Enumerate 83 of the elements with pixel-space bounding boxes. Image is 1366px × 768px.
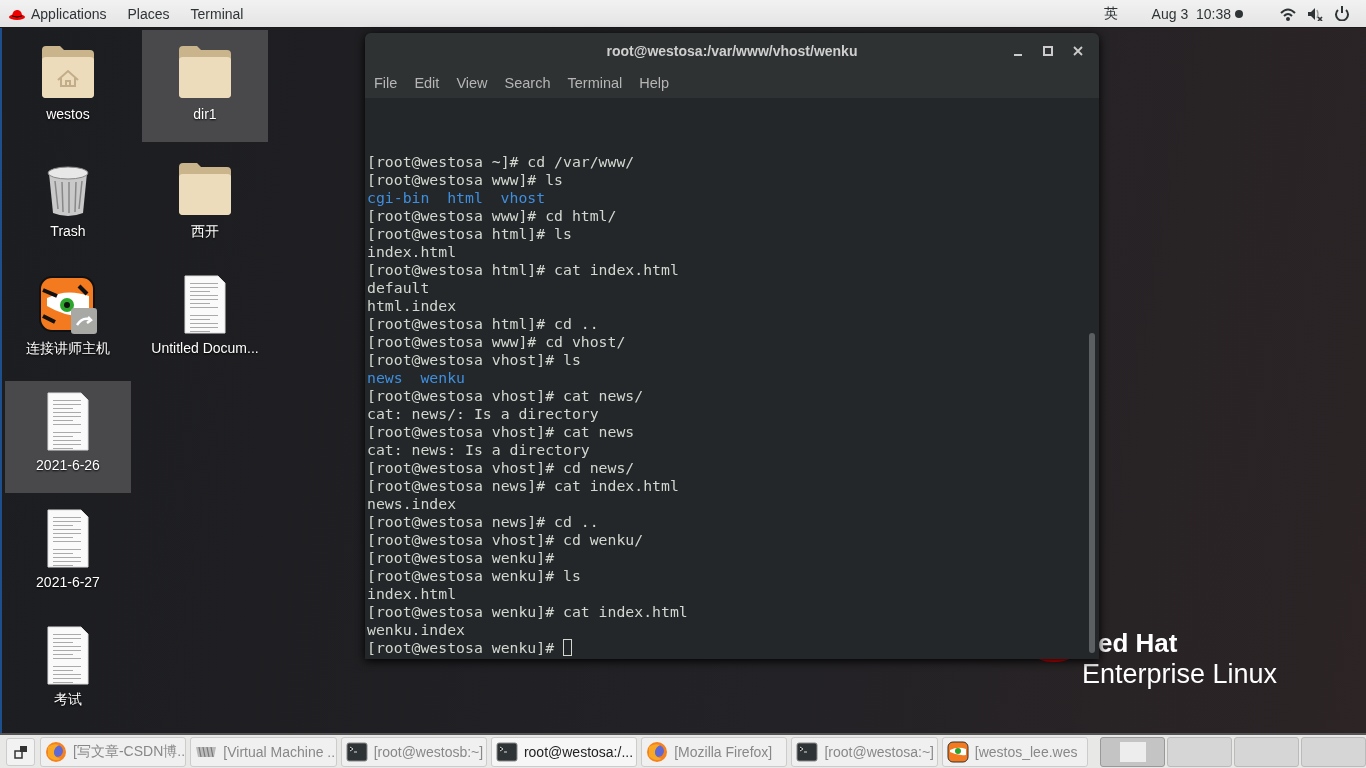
terminal-line: [root@westosa www]# cd vhost/ [367, 333, 626, 351]
document-icon [47, 392, 89, 451]
input-method-indicator[interactable]: 英 [1103, 4, 1118, 23]
trash-can-icon [45, 163, 91, 217]
terminal-line: [root@westosa html]# ls [367, 225, 572, 243]
desktop-icon[interactable]: Trash [5, 147, 131, 259]
terminal-line: [root@westosa ~]# cd /var/www/ [367, 153, 635, 171]
desktop-icon[interactable]: Untitled Docum... [142, 264, 268, 376]
terminal-line: [root@westosa news]# cd .. [367, 513, 599, 531]
menu-item[interactable]: Edit [414, 75, 440, 91]
terminal-line: index.html [367, 585, 457, 603]
terminal-line: [root@westosa wenku]# cat index.html [367, 603, 688, 621]
maximize-icon [1043, 46, 1053, 56]
desktop-icon[interactable]: westos [5, 30, 131, 142]
document-icon [47, 626, 89, 685]
desktop-icon[interactable]: dir1 [142, 30, 268, 142]
windows-icon [13, 744, 28, 759]
top-menu[interactable]: Terminal [190, 5, 244, 22]
desktop-icon[interactable]: 2021-6-27 [5, 498, 131, 610]
window-title: root@westosa:/var/www/vhost/wenku [606, 42, 858, 59]
wallpaper-logo-text: ed Hat [1097, 628, 1179, 659]
menu-item[interactable]: Terminal [567, 75, 623, 91]
browser-icon [45, 740, 68, 763]
directory-name: news [367, 369, 403, 387]
menu-item[interactable]: Help [639, 75, 670, 91]
tiger-launcher-icon [39, 276, 97, 334]
folder-icon [177, 44, 233, 100]
terminal-icon [345, 740, 368, 763]
terminal-line: [root@westosa html]# cd .. [367, 315, 599, 333]
terminal-prompt: [root@westosa wenku]# [367, 639, 556, 657]
terminal-line: wenku.index [367, 621, 465, 639]
folder-icon [177, 161, 233, 217]
workspace-thumbnail[interactable] [1301, 736, 1366, 767]
terminal-line: [root@westosa wenku]# [367, 549, 555, 567]
desktop-icon[interactable]: 连接讲师主机 [5, 264, 131, 376]
terminal-line: [root@westosa vhost]# cat news/ [367, 387, 644, 405]
workspace-thumbnail[interactable] [1100, 736, 1166, 767]
terminal-line: [root@westosa vhost]# cat news [367, 423, 635, 441]
terminal-line: html.index [367, 297, 457, 315]
directory-name: cgi-bin [367, 189, 430, 207]
document-icon [47, 509, 89, 568]
directory-name: wenku [420, 369, 465, 387]
terminal-line: [root@westosa www]# cd html/ [367, 207, 617, 225]
terminal-line: cat: news: Is a directory [367, 441, 590, 459]
terminal-line: [root@westosa news]# cat index.html [367, 477, 679, 495]
terminal-line: [root@westosa www]# ls [367, 171, 563, 189]
terminal-line: index.html [367, 243, 457, 261]
document-icon [184, 275, 226, 334]
terminal-line: [root@westosa vhost]# cd wenku/ [367, 531, 644, 549]
menu-item[interactable]: File [374, 75, 398, 91]
clock[interactable]: Aug 3 10:38 [1151, 5, 1231, 22]
taskbar-item[interactable]: root@westosa:/... [490, 736, 638, 767]
show-desktop-button[interactable] [6, 737, 36, 766]
top-menu[interactable]: Applications [31, 5, 107, 22]
terminal-line: [root@westosa vhost]# cd news/ [367, 459, 635, 477]
desktop-icon[interactable]: 西开 [142, 147, 268, 259]
terminal-line: [root@westosa wenku]# ls [367, 567, 581, 585]
terminal-icon [796, 740, 819, 763]
workspace-thumbnail[interactable] [1234, 736, 1300, 767]
minimize-icon [1014, 54, 1022, 56]
close-icon [1073, 46, 1083, 56]
terminal-line: [root@westosa vhost]# ls [367, 351, 581, 369]
directory-name: vhost [500, 189, 546, 207]
workspace-thumbnail[interactable] [1167, 736, 1233, 767]
home-folder-icon [40, 44, 96, 100]
top-menu[interactable]: Places [127, 5, 170, 22]
wifi-icon [1280, 6, 1296, 21]
desktop-icon[interactable]: 2021-6-26 [5, 381, 131, 493]
wallpaper-logo-text: Enterprise Linux [1082, 659, 1278, 690]
power-icon [1334, 6, 1350, 21]
menu-item[interactable]: View [456, 75, 488, 91]
terminal-line: news.index [367, 495, 457, 513]
scrollbar-thumb[interactable] [1089, 333, 1095, 653]
desktop-icon[interactable]: 考试 [5, 615, 131, 727]
browser-icon [646, 740, 669, 763]
volume-muted-icon [1307, 6, 1323, 21]
directory-name: html [447, 189, 483, 207]
terminal-line: default [367, 279, 430, 297]
tiger-icon [946, 740, 969, 763]
terminal-icon [495, 740, 518, 763]
terminal-line: cat: news/: Is a directory [367, 405, 599, 423]
menu-item[interactable]: Search [504, 75, 551, 91]
terminal-line: [root@westosa html]# cat index.html [367, 261, 679, 279]
